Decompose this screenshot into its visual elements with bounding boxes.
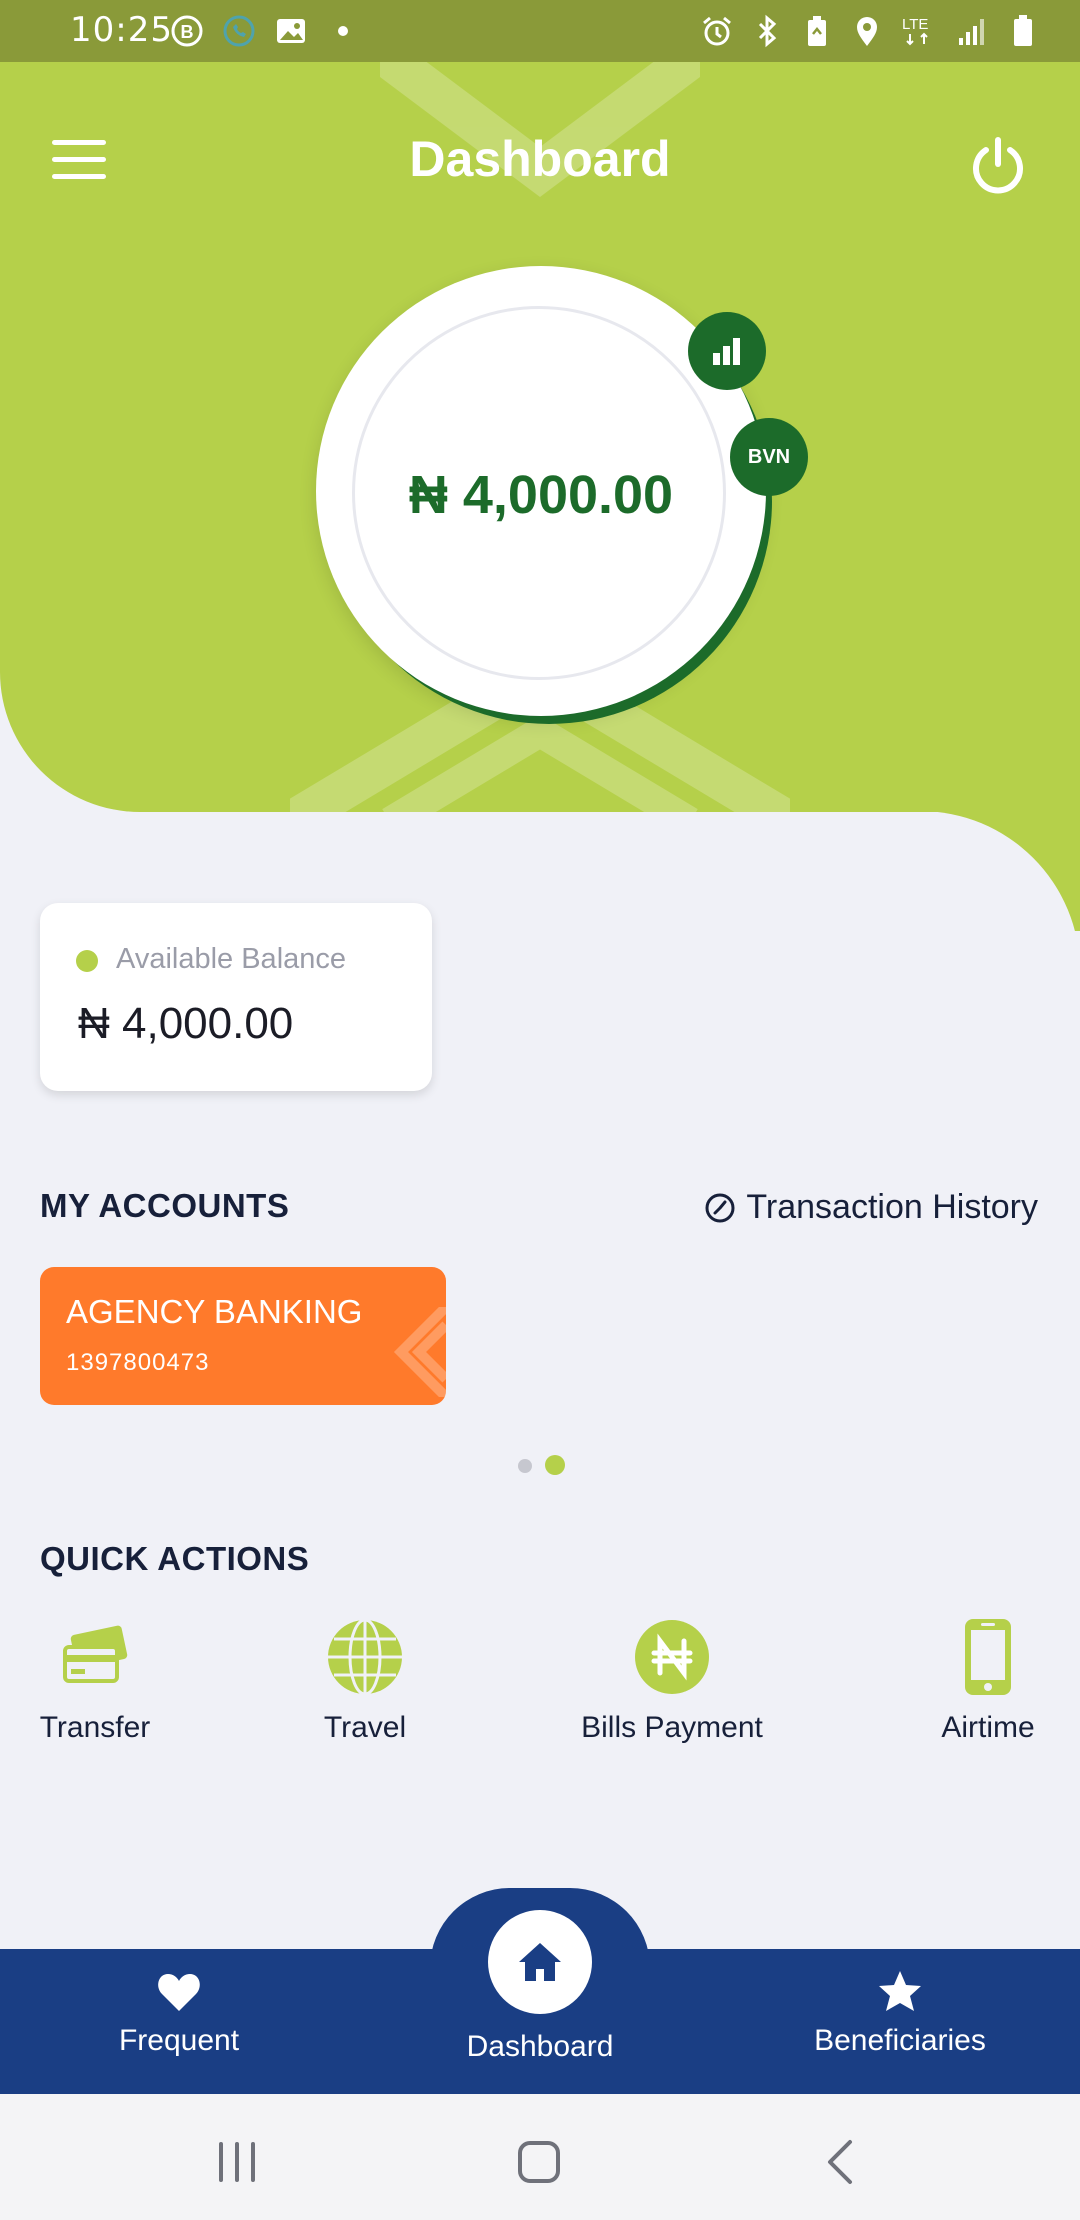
cards-icon <box>63 1625 128 1683</box>
quick-action-label: Travel <box>323 1711 407 1744</box>
whatsapp-icon <box>223 15 255 47</box>
nav-item-frequent[interactable]: Frequent <box>54 1968 304 2058</box>
bluetooth-icon <box>758 14 777 48</box>
nav-item-dashboard[interactable]: Dashboard <box>415 2030 665 2064</box>
quick-action-transfer[interactable]: Transfer <box>0 1617 195 1745</box>
nav-label: Frequent <box>118 2024 240 2057</box>
status-left-icons: B <box>170 14 360 48</box>
power-icon[interactable] <box>970 136 1026 196</box>
home-button-icon[interactable] <box>509 2132 569 2192</box>
my-accounts-title: MY ACCOUNTS <box>40 1187 290 1224</box>
svg-text:LTE: LTE <box>902 16 928 33</box>
status-right-icons: LTE <box>700 14 1040 48</box>
status-dot <box>76 950 98 972</box>
status-bar: 10:25 B LTE <box>0 0 1080 62</box>
battery-icon <box>1014 15 1032 46</box>
dot-icon <box>338 26 348 36</box>
status-time: 10:25 <box>70 10 173 50</box>
account-card[interactable]: AGENCY BANKING 1397800473 <box>40 1267 446 1405</box>
heart-icon <box>158 1974 200 2011</box>
globe-icon <box>328 1618 402 1696</box>
alarm-icon <box>703 16 731 46</box>
quick-action-label: Airtime <box>941 1711 1035 1744</box>
svg-text:B: B <box>181 22 194 42</box>
transaction-history-link[interactable]: Transaction History <box>704 1188 1038 1227</box>
lte-icon: LTE <box>902 16 928 46</box>
b-badge-icon: B <box>171 15 203 47</box>
phone-icon <box>965 1619 1011 1695</box>
card-chevron-decoration <box>393 1307 446 1397</box>
balance-amount: ₦ 4,000.00 <box>408 465 674 525</box>
quick-action-travel[interactable]: Travel <box>265 1617 465 1745</box>
quick-actions-title: QUICK ACTIONS <box>40 1540 310 1577</box>
available-balance-card: Available Balance ₦ 4,000.00 <box>40 903 432 1091</box>
available-balance-amount: ₦ 4,000.00 <box>78 999 294 1048</box>
system-navigation-bar <box>0 2094 1080 2220</box>
home-icon <box>519 1943 561 1981</box>
naira-coin-icon <box>635 1620 709 1694</box>
quick-action-label: Bills Payment <box>581 1711 763 1744</box>
nav-home-button[interactable] <box>488 1910 592 2014</box>
page-title: Dashboard <box>409 131 671 187</box>
bvn-badge[interactable]: BVN <box>730 418 808 496</box>
clock-icon <box>705 1193 735 1222</box>
quick-action-bills-payment[interactable]: Bills Payment <box>572 1617 772 1745</box>
back-icon[interactable] <box>812 2132 872 2192</box>
battery-saver-icon <box>808 16 826 46</box>
star-icon <box>879 1971 921 2011</box>
pager-dot[interactable] <box>518 1459 532 1473</box>
account-name: AGENCY BANKING <box>66 1293 363 1330</box>
bar-chart-icon <box>713 338 740 365</box>
quick-action-airtime[interactable]: Airtime <box>888 1617 1080 1745</box>
available-balance-label: Available Balance <box>116 943 347 975</box>
quick-action-label: Transfer <box>39 1711 151 1744</box>
stats-badge[interactable] <box>688 312 766 390</box>
recents-icon[interactable] <box>207 2132 267 2192</box>
image-icon <box>277 19 305 43</box>
transaction-history-label: Transaction History <box>746 1188 1038 1226</box>
nav-item-beneficiaries[interactable]: Beneficiaries <box>775 1968 1025 2058</box>
nav-label: Dashboard <box>466 2030 614 2063</box>
location-icon <box>857 17 877 46</box>
nav-label: Beneficiaries <box>814 2024 986 2057</box>
signal-icon <box>959 19 984 45</box>
pager-dot-active[interactable] <box>545 1455 565 1475</box>
account-number: 1397800473 <box>66 1349 210 1376</box>
